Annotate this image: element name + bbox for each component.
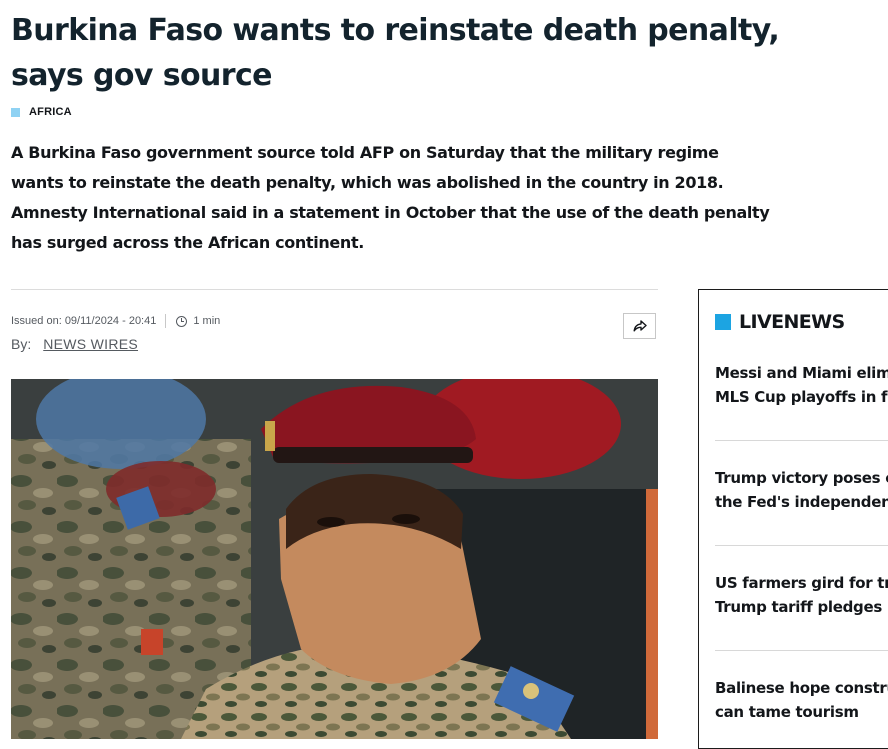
byline-label: By: [11,336,32,352]
article-lead: A Burkina Faso government source told AF… [11,138,771,258]
livenews-item-line[interactable]: can tame tourism [715,703,859,721]
livenews-divider [715,545,888,546]
issued-date: Issued on: 09/11/2024 - 20:41 [11,315,157,327]
lead-line: has surged across the African continent. [11,233,364,252]
share-icon [633,320,647,332]
livenews-divider [715,650,888,651]
article-headline: Burkina Faso wants to reinstate death pe… [11,8,811,98]
livenews-item[interactable]: US farmers gird for tra Trump tariff ple… [715,571,888,619]
livenews-title: LIVENEWS [739,311,845,333]
livenews-item-line[interactable]: US farmers gird for tra [715,574,888,592]
livenews-divider [715,440,888,441]
livenews-square-icon [715,314,731,330]
author-link[interactable]: NEWS WIRES [43,336,138,352]
share-button[interactable] [623,313,656,339]
livenews-header: LIVENEWS [715,311,845,333]
category-tag[interactable]: AFRICA [11,106,72,118]
lead-line: A Burkina Faso government source told AF… [11,143,719,162]
read-time: 1 min [193,315,221,327]
livenews-item-line[interactable]: Trump victory poses c [715,469,888,487]
divider [11,289,658,290]
headline-line-2: says gov source [11,58,272,93]
livenews-item-line[interactable]: MLS Cup playoffs in fir [715,388,888,406]
byline: By: NEWS WIRES [11,336,138,352]
category-square-icon [11,107,20,117]
livenews-item-line[interactable]: Balinese hope constru [715,679,888,697]
livenews-item[interactable]: Trump victory poses c the Fed's independ… [715,466,888,514]
livenews-item-line[interactable]: the Fed's independenc [715,493,888,511]
lead-line: Amnesty International said in a statemen… [11,203,770,222]
lead-line: wants to reinstate the death penalty, wh… [11,173,724,192]
category-label[interactable]: AFRICA [29,106,72,118]
livenews-panel: LIVENEWS Messi and Miami elimi MLS Cup p… [698,289,888,749]
livenews-item-line[interactable]: Messi and Miami elimi [715,364,888,382]
article-meta: Issued on: 09/11/2024 - 20:41 1 min [11,313,220,329]
clock-icon [176,315,188,327]
headline-line-1: Burkina Faso wants to reinstate death pe… [11,13,780,48]
livenews-item[interactable]: Messi and Miami elimi MLS Cup playoffs i… [715,361,888,409]
livenews-item[interactable]: Balinese hope constru can tame tourism [715,676,888,724]
livenews-item-line[interactable]: Trump tariff pledges [715,598,882,616]
article-photo [11,379,658,739]
meta-separator [165,314,167,328]
